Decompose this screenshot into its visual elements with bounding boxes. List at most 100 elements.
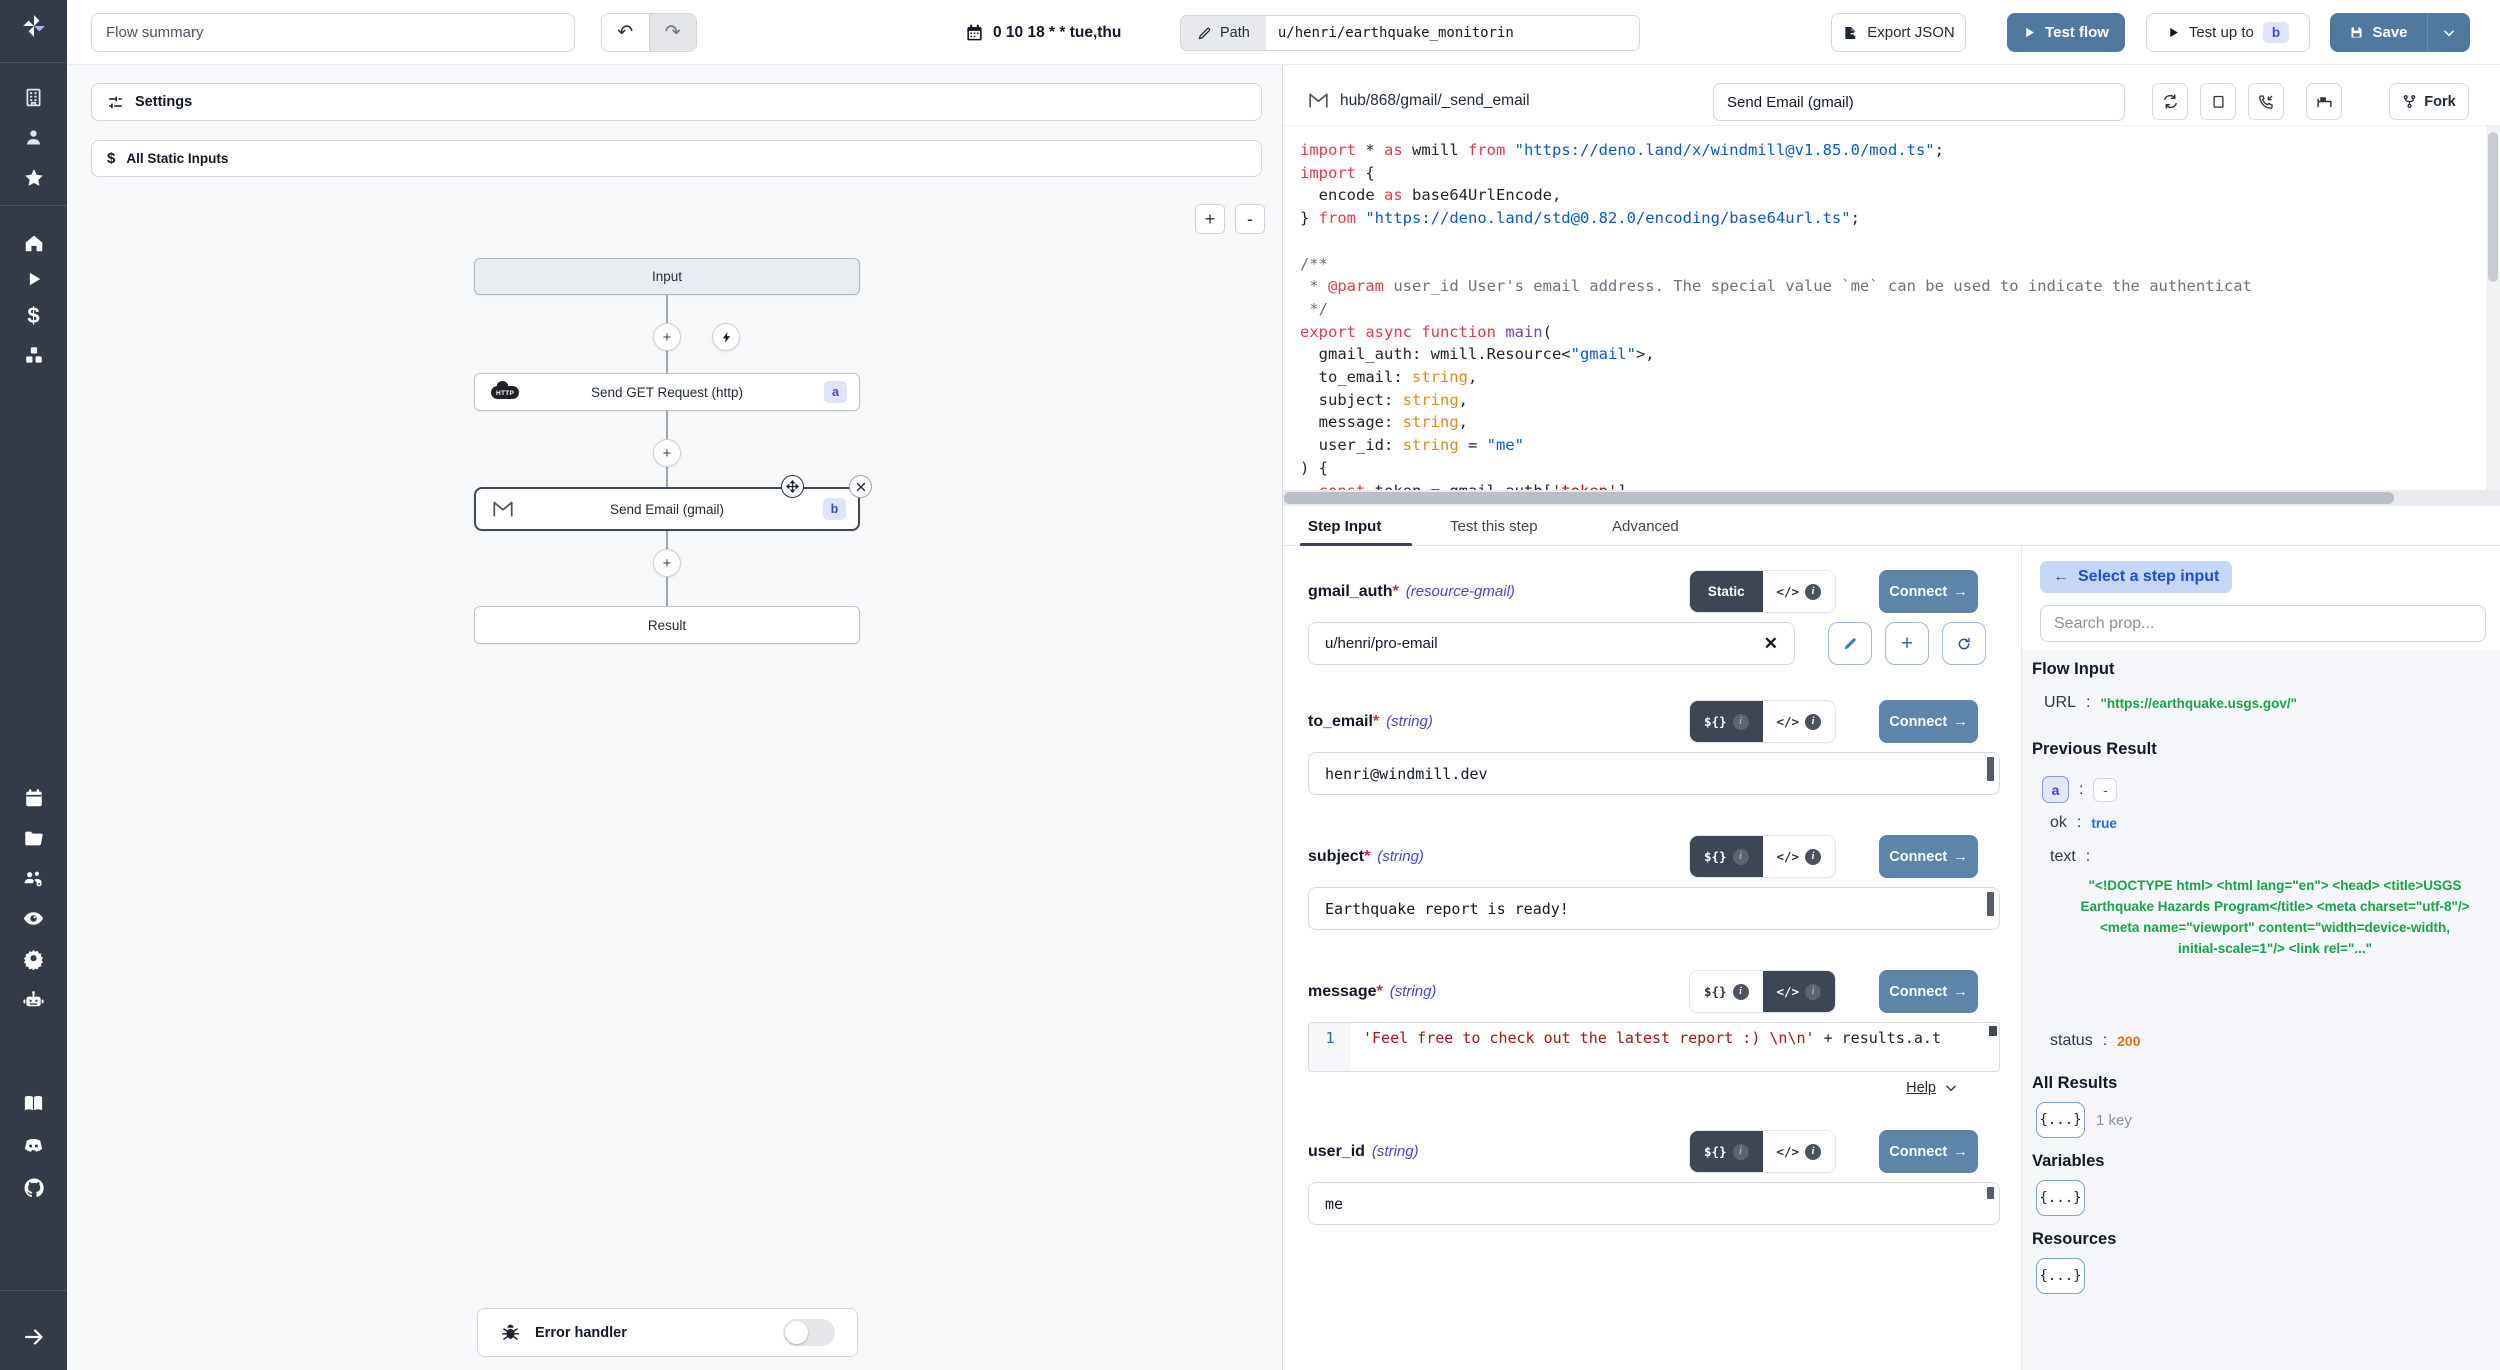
flow-node-result[interactable]: Result	[474, 606, 860, 644]
sidebar-item-home-icon[interactable]	[0, 223, 67, 263]
windmill-logo-icon[interactable]	[0, 6, 67, 46]
user-id-input[interactable]: me	[1308, 1182, 2000, 1225]
zoom-in-button[interactable]: +	[1195, 204, 1225, 234]
flow-summary-input[interactable]	[91, 13, 575, 52]
error-handler-toggle[interactable]	[783, 1319, 835, 1346]
path-chip[interactable]: Path	[1181, 16, 1266, 50]
add-resource-button[interactable]: +	[1885, 622, 1929, 665]
connect-button[interactable]: Connect→	[1879, 1130, 1978, 1173]
connect-button[interactable]: Connect→	[1879, 700, 1978, 743]
message-code-editor[interactable]: 1 'Feel free to check out the latest rep…	[1308, 1022, 2000, 1072]
test-flow-button[interactable]: Test flow	[2007, 13, 2125, 52]
mode-template[interactable]: ${}i	[1690, 701, 1763, 742]
add-step-button[interactable]: +	[653, 439, 681, 467]
tab-advanced[interactable]: Advanced	[1612, 506, 1679, 546]
all-static-inputs-button[interactable]: $ All Static Inputs	[91, 140, 1262, 177]
mode-static[interactable]: Static	[1690, 571, 1763, 612]
add-step-button[interactable]: +	[653, 323, 681, 351]
call-button[interactable]	[2248, 83, 2284, 120]
code-editor[interactable]: import * as wmill from "https://deno.lan…	[1283, 126, 2486, 490]
box-button[interactable]	[2200, 83, 2236, 120]
previous-result-a-row[interactable]: a : -	[2042, 776, 2117, 803]
sidebar-item-discord-icon[interactable]	[0, 1125, 67, 1165]
sidebar-item-resources-cubes-icon[interactable]	[0, 335, 67, 375]
text-value[interactable]: "<!DOCTYPE html> <html lang="en"> <head>…	[2080, 875, 2470, 959]
search-prop-input[interactable]	[2040, 605, 2486, 642]
code-vertical-scrollbar[interactable]	[2486, 126, 2500, 490]
flow-input-url-row[interactable]: URL : "https://earthquake.usgs.gov/"	[2044, 694, 2297, 712]
sidebar-item-favorites-star-icon[interactable]	[0, 158, 67, 198]
redo-button[interactable]: ↷	[649, 14, 697, 51]
schedule-summary[interactable]: 0 10 18 * * tue,thu	[965, 0, 1121, 65]
move-step-handle[interactable]	[781, 475, 804, 498]
sidebar-item-workers-robot-icon[interactable]	[0, 980, 67, 1020]
mode-javascript[interactable]: </>i	[1763, 571, 1836, 612]
sidebar-item-schedules-calendar-icon[interactable]	[0, 778, 67, 818]
mode-javascript[interactable]: </>i	[1763, 1131, 1836, 1172]
connect-button[interactable]: Connect→	[1879, 570, 1978, 613]
move-icon	[785, 479, 800, 494]
mode-template[interactable]: ${}i	[1690, 836, 1763, 877]
field-name: to_email	[1308, 713, 1373, 731]
sidebar-item-user-icon[interactable]	[0, 117, 67, 157]
trigger-lightning-button[interactable]	[712, 323, 740, 351]
zoom-out-button[interactable]: -	[1235, 204, 1265, 234]
to-email-input[interactable]: henri@windmill.dev	[1308, 752, 2000, 795]
save-button[interactable]: Save	[2330, 13, 2427, 52]
code-horizontal-scrollbar[interactable]	[1283, 490, 2500, 506]
mode-javascript[interactable]: </>i	[1763, 971, 1836, 1012]
connect-button[interactable]: Connect→	[1879, 835, 1978, 878]
undo-button[interactable]: ↶	[602, 14, 649, 51]
flow-settings-button[interactable]: Settings	[91, 83, 1262, 121]
sidebar-item-audit-eye-icon[interactable]	[0, 898, 67, 938]
tab-step-input[interactable]: Step Input	[1308, 506, 1381, 546]
fork-button[interactable]: Fork	[2389, 83, 2469, 120]
export-json-button[interactable]: Export JSON	[1831, 13, 1966, 52]
path-chip-label: Path	[1220, 25, 1250, 41]
sync-script-button[interactable]	[2152, 83, 2188, 120]
step-title-input[interactable]	[1713, 83, 2125, 121]
sidebar-item-groups-users-gear-icon[interactable]	[0, 858, 67, 898]
remove-step-button[interactable]	[849, 475, 872, 498]
flow-node-gmail-selected[interactable]: Send Email (gmail) b	[474, 487, 860, 531]
sidebar-item-settings-gear-icon[interactable]	[0, 938, 67, 978]
gmail-auth-resource-input[interactable]: u/henri/pro-email ✕	[1308, 622, 1795, 665]
test-up-to-button[interactable]: Test up to b	[2146, 13, 2310, 52]
result-text-row[interactable]: text :	[2050, 848, 2090, 866]
tab-test-this-step[interactable]: Test this step	[1450, 506, 1538, 546]
arrow-right-icon: →	[1953, 714, 1968, 730]
path-input[interactable]: u/henri/earthquake_monitorin	[1266, 16, 1639, 50]
hub-script-path[interactable]: hub/868/gmail/_send_email	[1308, 75, 1530, 126]
mode-javascript[interactable]: </>i	[1763, 836, 1836, 877]
expand-sidebar-arrow-icon[interactable]	[0, 1317, 67, 1357]
all-results-object-badge[interactable]: {...}	[2036, 1102, 2085, 1138]
sidebar-item-github-icon[interactable]	[0, 1168, 67, 1208]
sidebar-item-folders-icon[interactable]	[0, 818, 67, 858]
mode-template[interactable]: ${}i	[1690, 971, 1763, 1012]
flow-node-http-get[interactable]: HTTP Send GET Request (http) a	[474, 373, 860, 411]
subject-input[interactable]: Earthquake report is ready!	[1308, 887, 2000, 930]
sidebar-item-docs-book-icon[interactable]	[0, 1083, 67, 1123]
refresh-resource-button[interactable]	[1942, 622, 1986, 665]
sidebar-item-workspace-building-icon[interactable]	[0, 77, 67, 117]
bench-button[interactable]	[2306, 83, 2342, 120]
result-status-row[interactable]: status : 200	[2050, 1032, 2141, 1050]
help-link[interactable]: Help	[1906, 1080, 1936, 1096]
select-step-input-pill[interactable]: ← Select a step input	[2040, 561, 2232, 593]
add-step-button[interactable]: +	[653, 549, 681, 577]
sidebar-item-variables-dollar-icon[interactable]: $	[0, 296, 67, 336]
result-ok-row[interactable]: ok : true	[2050, 814, 2117, 832]
mode-template[interactable]: ${}i	[1690, 1131, 1763, 1172]
save-dropdown-button[interactable]	[2427, 13, 2470, 52]
resources-object-badge[interactable]: {...}	[2036, 1258, 2085, 1294]
mode-javascript[interactable]: </>i	[1763, 701, 1836, 742]
text-key: text	[2050, 848, 2076, 866]
edit-resource-button[interactable]	[1828, 622, 1872, 665]
connect-button[interactable]: Connect→	[1879, 970, 1978, 1013]
flow-node-input[interactable]: Input	[474, 258, 860, 295]
sidebar-item-runs-play-icon[interactable]	[0, 259, 67, 299]
step-badge-a: a	[824, 381, 847, 403]
variables-object-badge[interactable]: {...}	[2036, 1180, 2085, 1216]
clear-resource-icon[interactable]: ✕	[1764, 634, 1778, 654]
collapse-toggle[interactable]: -	[2093, 778, 2117, 802]
